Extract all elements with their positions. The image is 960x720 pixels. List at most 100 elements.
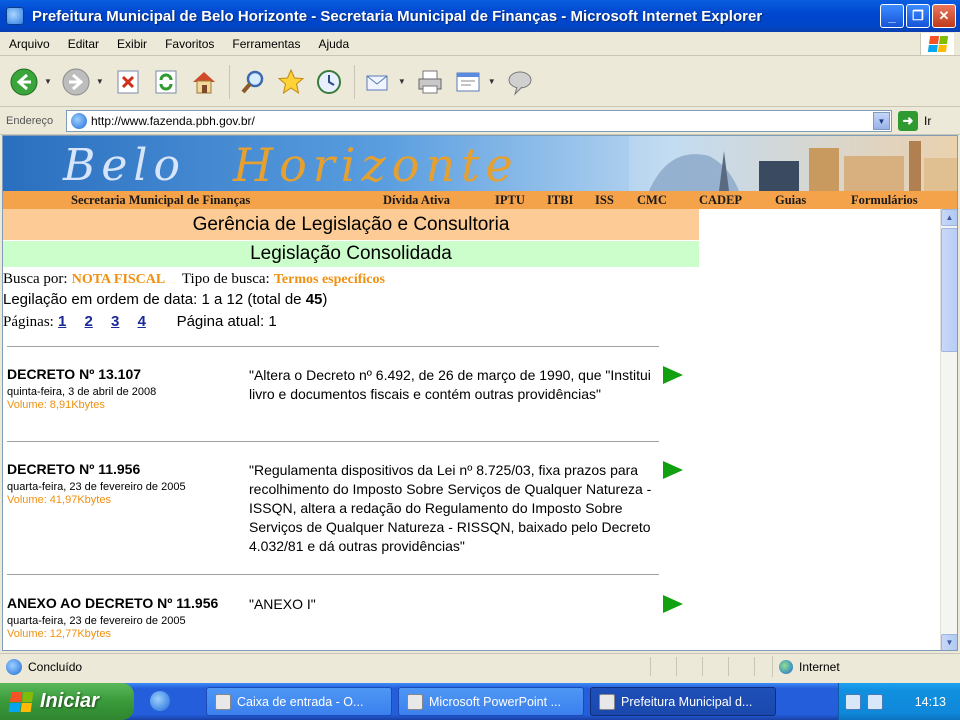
page-link-4[interactable]: 4 [138, 313, 146, 330]
nav-cmc[interactable]: CMC [637, 193, 667, 208]
pagination: Páginas: 1 2 3 4 Página atual: 1 [3, 313, 703, 331]
back-button[interactable] [6, 64, 42, 100]
ie-quicklaunch-icon[interactable] [150, 691, 170, 711]
entry-date: quinta-feira, 3 de abril de 2008 [7, 386, 157, 398]
maximize-button[interactable]: ❐ [906, 4, 930, 28]
minimize-button[interactable]: _ [880, 4, 904, 28]
entry-title[interactable]: ANEXO AO DECRETO Nº 11.956 [7, 595, 218, 611]
address-dropdown-icon[interactable]: ▼ [873, 112, 890, 130]
open-arrow-icon[interactable] [663, 366, 683, 384]
powerpoint-icon [407, 693, 423, 710]
mail-button[interactable] [360, 64, 396, 100]
nav-secretaria[interactable]: Secretaria Municipal de Finanças [71, 193, 250, 208]
back-arrow-icon [10, 68, 38, 95]
windows-logo-icon [8, 691, 34, 712]
go-label: Ir [924, 114, 932, 128]
open-arrow-icon[interactable] [663, 461, 683, 479]
task-label: Prefeitura Municipal d... [621, 694, 753, 709]
busca-label: Busca por: [3, 271, 68, 287]
go-arrow-icon: ➜ [898, 111, 918, 131]
nav-iptu[interactable]: IPTU [495, 193, 525, 208]
tray-network-icon[interactable] [845, 693, 861, 710]
nav-formularios[interactable]: Formulários [851, 193, 918, 208]
nav-cadep[interactable]: CADEP [699, 193, 742, 208]
menu-editar[interactable]: Editar [59, 37, 108, 51]
nav-itbi[interactable]: ITBI [547, 193, 573, 208]
page-link-1[interactable]: 1 [58, 313, 66, 330]
entry-description: "Altera o Decreto nº 6.492, de 26 de mar… [249, 367, 651, 402]
page-title: Legislação Consolidada [3, 241, 699, 267]
scroll-down-button[interactable]: ▼ [941, 634, 957, 650]
start-label: Iniciar [40, 690, 99, 712]
mail-dropdown-icon[interactable]: ▼ [398, 77, 406, 86]
discuss-button[interactable] [502, 64, 538, 100]
close-button[interactable]: ✕ [932, 4, 956, 28]
current-page: Página atual: 1 [176, 313, 277, 330]
refresh-button[interactable] [148, 64, 184, 100]
system-tray: 14:13 [838, 683, 960, 720]
menu-favoritos[interactable]: Favoritos [156, 37, 223, 51]
status-text: Concluído [28, 659, 83, 674]
clock[interactable]: 14:13 [915, 695, 946, 709]
go-button[interactable]: ➜ Ir [898, 111, 931, 131]
tipo-value: Termos específicos [273, 272, 385, 287]
address-input[interactable]: http://www.fazenda.pbh.gov.br/ ▼ [66, 110, 892, 132]
divider [7, 346, 659, 347]
page-link-2[interactable]: 2 [85, 313, 93, 330]
menu-bar: Arquivo Editar Exibir Favoritos Ferramen… [0, 32, 960, 56]
title-bar[interactable]: Prefeitura Municipal de Belo Horizonte -… [0, 0, 960, 32]
menu-exibir[interactable]: Exibir [108, 37, 156, 51]
search-button[interactable] [235, 64, 271, 100]
page-link-3[interactable]: 3 [111, 313, 119, 330]
entry-date: quarta-feira, 23 de fevereiro de 2005 [7, 481, 186, 493]
menu-arquivo[interactable]: Arquivo [0, 37, 59, 51]
forward-button[interactable] [58, 64, 94, 100]
star-icon [277, 68, 305, 94]
security-zone[interactable]: Internet [772, 656, 954, 677]
scroll-up-button[interactable]: ▲ [941, 209, 957, 226]
taskbar-item-outlook[interactable]: Caixa de entrada - O... [206, 687, 392, 716]
edit-dropdown-icon[interactable]: ▼ [488, 77, 496, 86]
taskbar-item-ie[interactable]: Prefeitura Municipal d... [590, 687, 776, 716]
page-viewport: Belo Horizonte Secretaria Municipal de F… [2, 135, 958, 651]
nav-guias[interactable]: Guias [775, 193, 806, 208]
entry-volume: Volume: 41,97Kbytes [7, 494, 111, 506]
favorites-button[interactable] [273, 64, 309, 100]
ie-icon [6, 7, 24, 25]
address-url[interactable]: http://www.fazenda.pbh.gov.br/ [91, 114, 255, 128]
taskbar-item-powerpoint[interactable]: Microsoft PowerPoint ... [398, 687, 584, 716]
nav-iss[interactable]: ISS [595, 193, 614, 208]
banner-logo-belo: Belo [63, 140, 186, 191]
edit-button[interactable] [450, 64, 486, 100]
tipo-label: Tipo de busca: [181, 271, 270, 287]
home-button[interactable] [186, 64, 222, 100]
open-arrow-icon[interactable] [663, 595, 683, 613]
entry-title[interactable]: DECRETO Nº 11.956 [7, 461, 140, 477]
nav-divida-ativa[interactable]: Dívida Ativa [383, 193, 450, 208]
search-criteria: Busca por: NOTA FISCAL Tipo de busca: Te… [3, 270, 703, 288]
menu-ferramentas[interactable]: Ferramentas [223, 37, 309, 51]
city-skyline-image [629, 136, 957, 191]
site-nav: Secretaria Municipal de Finanças Dívida … [3, 191, 957, 209]
toolbar: ▼ ▼ ▼ ▼ [0, 57, 960, 107]
mail-icon [366, 75, 388, 90]
window-title: Prefeitura Municipal de Belo Horizonte -… [32, 7, 763, 25]
paginas-label: Páginas: [3, 314, 54, 330]
scroll-thumb[interactable] [941, 228, 957, 352]
back-dropdown-icon[interactable]: ▼ [44, 77, 52, 86]
entry-title[interactable]: DECRETO Nº 13.107 [7, 366, 141, 382]
vertical-scrollbar[interactable]: ▲ ▼ [940, 209, 957, 650]
print-button[interactable] [412, 64, 448, 100]
stop-button[interactable] [110, 64, 146, 100]
entry-date: quarta-feira, 23 de fevereiro de 2005 [7, 615, 186, 627]
history-button[interactable] [311, 64, 347, 100]
menu-ajuda[interactable]: Ajuda [309, 37, 358, 51]
quick-launch [150, 691, 190, 711]
refresh-icon [155, 70, 177, 93]
busca-value: NOTA FISCAL [71, 272, 166, 287]
start-button[interactable]: Iniciar [0, 683, 134, 720]
banner-logo-horizonte: Horizonte [233, 138, 519, 191]
history-icon [316, 69, 341, 94]
tray-volume-icon[interactable] [867, 693, 883, 710]
forward-dropdown-icon[interactable]: ▼ [96, 77, 104, 86]
